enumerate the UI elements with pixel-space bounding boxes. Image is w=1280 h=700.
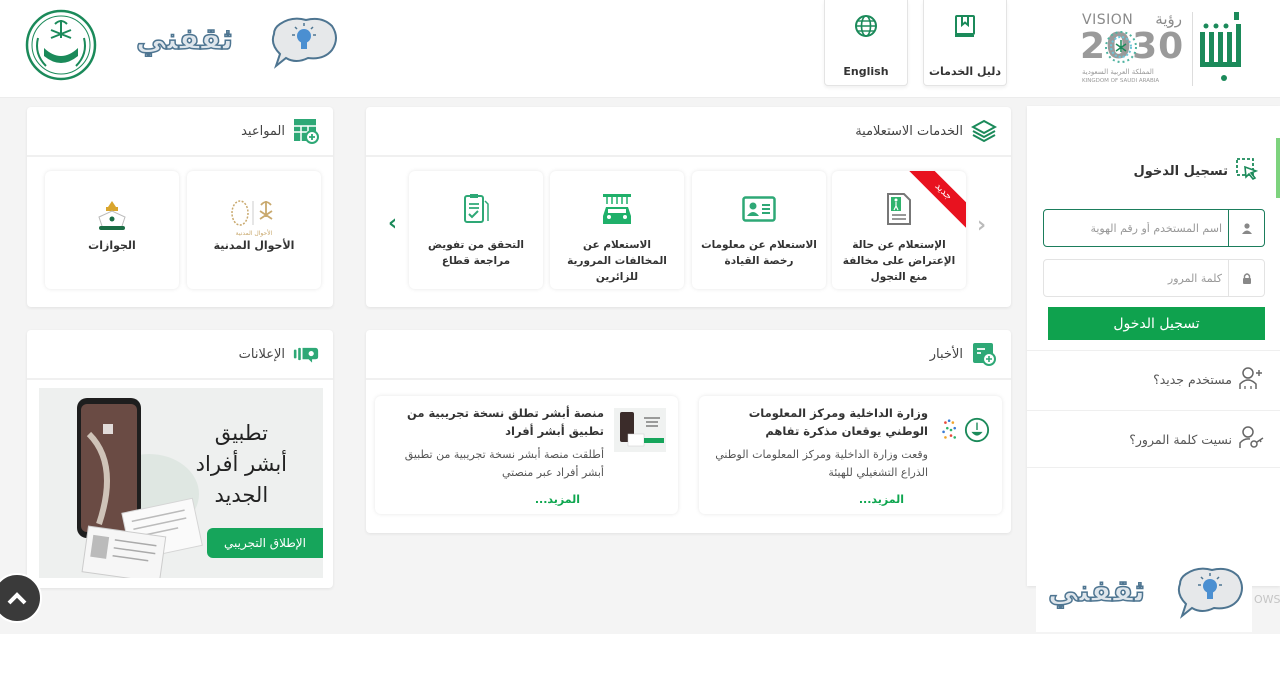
user-key-icon <box>1238 425 1264 453</box>
service-card-visitor-violations[interactable]: الاستعلام عن المخالفات المرورية للزائرين <box>550 171 684 289</box>
service-card-driving-license[interactable]: الاستعلام عن معلومات رخصة القيادة <box>692 171 826 289</box>
inquiry-services-header: الخدمات الاستعلامية <box>366 107 1011 157</box>
username-input[interactable] <box>1044 210 1228 246</box>
site-header: VISION رؤية 2030 المملكة العربية السعودي… <box>0 0 1280 98</box>
thaqafni-watermark-bottom: ثقفني <box>1036 560 1252 632</box>
news-item[interactable]: وزارة الداخلية ومركز المعلومات الوطني يو… <box>699 396 1002 514</box>
vision-subtitle-en: KINGDOM OF SAUDI ARABIA <box>1082 78 1160 84</box>
english-language-button[interactable]: English <box>824 0 908 86</box>
news-item[interactable]: منصة أبشر تطلق نسخة تجريبية من تطبيق أبش… <box>375 396 678 514</box>
book-icon <box>951 12 979 40</box>
appointment-civil-affairs[interactable]: الأحوال المدنية الأحوال المدنية <box>187 171 321 289</box>
ad-headline: تطبيق أبشر أفراد الجديد <box>196 418 287 511</box>
appointments-header: المواعيد <box>27 107 333 157</box>
header-divider <box>1192 12 1193 86</box>
megaphone-icon <box>293 341 319 367</box>
news-thumbnail <box>614 408 666 452</box>
read-more-link[interactable]: المزيد... <box>859 493 904 506</box>
news-item-body: وقعت وزارة الداخلية ومركز المعلومات الوط… <box>715 448 928 479</box>
password-field[interactable] <box>1043 259 1265 297</box>
absher-app-ad-banner[interactable]: تطبيق أبشر أفراد الجديد الإطلاق التجريبي <box>39 388 323 578</box>
thaqafni-text: ثقفني <box>135 21 234 58</box>
vision-subtitle-ar: المملكة العربية السعودية <box>1082 68 1154 76</box>
clipboard-check-icon <box>409 189 543 229</box>
vision-palm-icon <box>1105 31 1137 63</box>
service-label: الإستعلام عن حالة الإعتراض على مخالفة من… <box>842 239 956 283</box>
username-field[interactable] <box>1043 209 1265 247</box>
news-item-title[interactable]: منصة أبشر تطلق نسخة تجريبية من تطبيق أبش… <box>385 404 604 440</box>
civil-affairs-logo: الأحوال المدنية <box>187 197 321 237</box>
news-thumbnail <box>938 408 990 452</box>
globe-icon <box>852 12 880 40</box>
services-guide-button[interactable]: دليل الخدمات <box>923 0 1007 86</box>
document-walking-icon <box>832 189 966 229</box>
carousel-prev-arrow[interactable]: ‹ <box>388 211 397 236</box>
vision-2030-logo: VISION رؤية 2030 المملكة العربية السعودي… <box>1078 10 1188 88</box>
ministry-emblem <box>25 9 97 81</box>
new-user-link[interactable]: مستخدم جديد؟ <box>1027 350 1280 408</box>
login-header: تسجيل الدخول <box>1133 158 1259 184</box>
service-card-curfew-objection[interactable]: جديد الإستعلام عن حالة الإعتراض على مخال… <box>832 171 966 289</box>
service-label: الاستعلام عن معلومات رخصة القيادة <box>701 239 817 267</box>
id-card-icon <box>692 189 826 229</box>
lock-icon <box>1228 260 1264 296</box>
calendar-add-icon <box>293 118 319 144</box>
service-label: الاستعلام عن المخالفات المرورية للزائرين <box>567 239 667 283</box>
user-add-icon <box>1238 366 1264 394</box>
forgot-password-label: نسيت كلمة المرور؟ <box>1129 431 1232 447</box>
login-panel: تسجيل الدخول تسجيل الدخول مستخدم جديد؟ ن… <box>1027 106 1280 586</box>
news-title: الأخبار <box>929 346 963 362</box>
service-card-sector-authorization[interactable]: التحقق من تفويض مراجعة قطاع <box>409 171 543 289</box>
thaqafni-watermark: ثقفني <box>135 12 340 72</box>
inquiry-services-card: الخدمات الاستعلامية › ‹ جديد الإستعلام ع… <box>366 107 1011 307</box>
layers-icon <box>971 118 997 144</box>
ad-trial-launch-button[interactable]: الإطلاق التجريبي <box>207 528 323 558</box>
absher-logo[interactable] <box>1196 10 1252 88</box>
login-title: تسجيل الدخول <box>1133 163 1228 179</box>
user-icon <box>1228 210 1264 246</box>
thaqafni-text: ثقفني <box>1047 573 1146 610</box>
lightbulb-cloud-icon <box>271 17 337 69</box>
ads-title: الإعلانات <box>238 346 285 362</box>
lightbulb-cloud-icon <box>1177 567 1243 619</box>
password-input[interactable] <box>1044 260 1228 296</box>
car-wash-icon <box>550 189 684 229</box>
pointer-select-icon <box>1236 158 1259 184</box>
appointments-title: المواعيد <box>241 123 285 139</box>
carousel-next-arrow[interactable]: › <box>977 213 986 238</box>
inquiry-services-title: الخدمات الاستعلامية <box>855 123 963 139</box>
appointment-passports[interactable]: الجوازات <box>45 171 179 289</box>
service-label: التحقق من تفويض مراجعة قطاع <box>427 239 525 267</box>
login-accent-bar <box>1276 138 1280 198</box>
newspaper-icon <box>971 341 997 367</box>
news-header: الأخبار <box>366 330 1011 380</box>
new-user-label: مستخدم جديد؟ <box>1153 372 1232 387</box>
login-submit-button[interactable]: تسجيل الدخول <box>1048 307 1265 340</box>
forgot-password-link[interactable]: نسيت كلمة المرور؟ <box>1027 410 1280 468</box>
news-card: الأخبار وزارة الداخلية ومركز المعلومات ا… <box>366 330 1011 533</box>
news-item-body: أطلقت منصة أبشر نسخة تجريبية من تطبيق أب… <box>404 448 604 479</box>
svg-text:الأحوال المدنية: الأحوال المدنية <box>236 229 273 237</box>
appointments-card: المواعيد الأحوال المدنية الأحوال المدنية… <box>27 107 333 307</box>
english-label: English <box>843 65 889 78</box>
ads-header: الإعلانات <box>27 330 333 380</box>
appointment-label: الجوازات <box>88 239 136 252</box>
passports-logo <box>45 197 179 237</box>
read-more-link[interactable]: المزيد... <box>535 493 580 506</box>
appointment-label: الأحوال المدنية <box>213 239 295 252</box>
ad-line-1: تطبيق <box>214 421 268 445</box>
news-item-title[interactable]: وزارة الداخلية ومركز المعلومات الوطني يو… <box>709 404 928 440</box>
footer-partial-text: OWS. <box>1254 593 1280 606</box>
phone-and-cards-illustration <box>77 398 203 578</box>
ad-line-3: الجديد <box>214 483 269 507</box>
chevron-up-icon <box>7 592 27 605</box>
ad-line-2: أبشر أفراد <box>195 452 287 476</box>
ads-card: الإعلانات تطبيق أبشر أفراد الجديد الإطلا… <box>27 330 333 588</box>
services-guide-label: دليل الخدمات <box>928 65 1002 78</box>
